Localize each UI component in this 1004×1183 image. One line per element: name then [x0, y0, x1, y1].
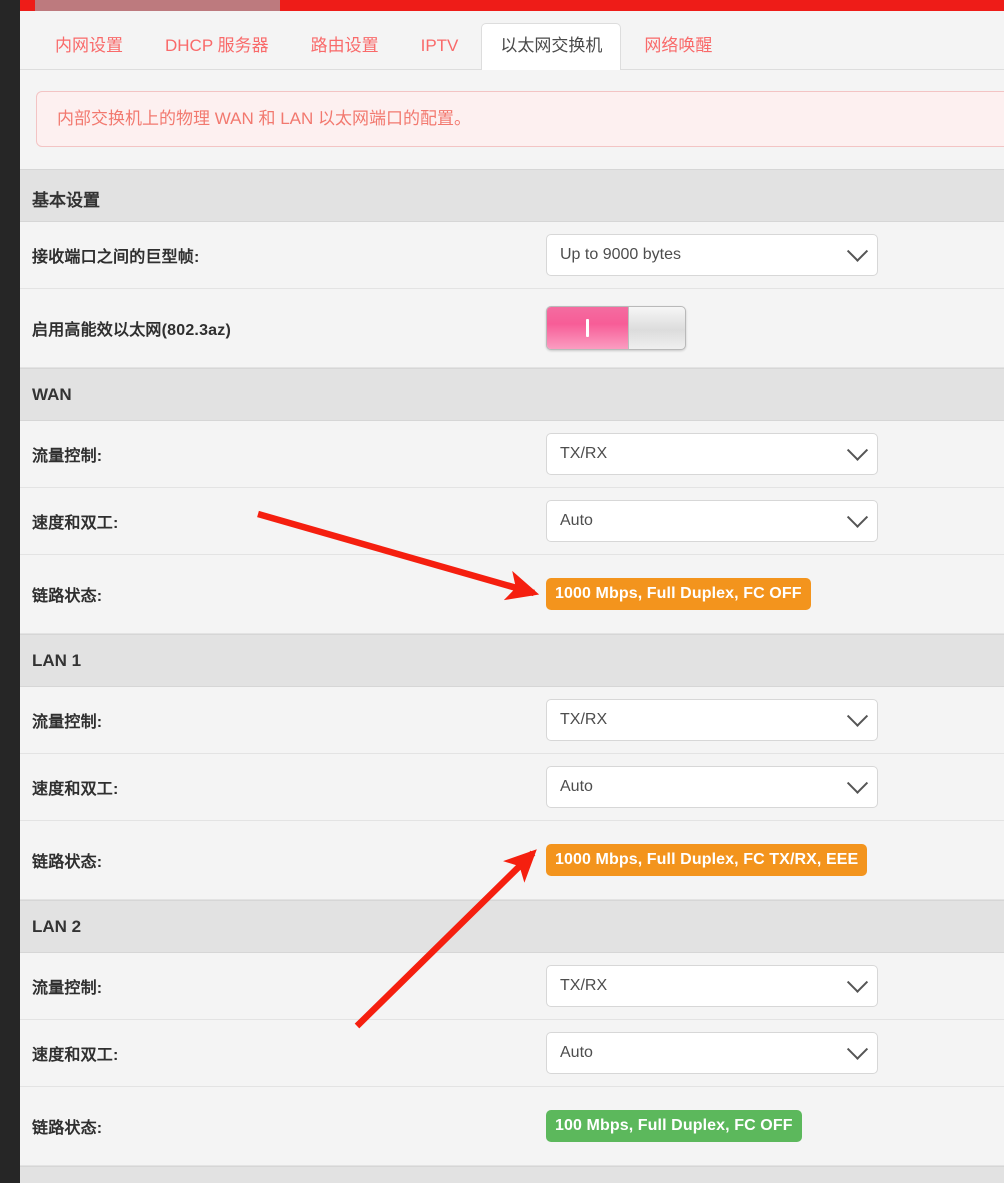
- section-header-next: [20, 1166, 1004, 1183]
- progress-bar-faded-segment: [35, 0, 280, 11]
- row-label-lan2-link-status: 链路状态:: [32, 1120, 103, 1137]
- chevron-down-icon: [846, 240, 869, 262]
- section-header-lan1: LAN 1: [20, 634, 1004, 687]
- wan-flow-control-select-value: TX/RX: [560, 445, 608, 462]
- row-lan2-speed-duplex: 速度和双工: Auto: [20, 1020, 1004, 1087]
- chevron-down-icon: [846, 506, 869, 528]
- section-header-basic-settings: 基本设置: [20, 169, 1004, 222]
- row-lan2-flow-control: 流量控制: TX/RX: [20, 953, 1004, 1020]
- toggle-on-mark-icon: [586, 319, 589, 337]
- row-label-jumbo-frames: 接收端口之间的巨型帧:: [32, 249, 200, 266]
- lan2-speed-duplex-select[interactable]: Auto: [546, 1032, 878, 1074]
- page-content: 内网设置 DHCP 服务器 路由设置 IPTV 以太网交换机 网络唤醒 内部交换…: [20, 11, 1004, 1183]
- lan1-link-status-badge: 1000 Mbps, Full Duplex, FC TX/RX, EEE: [546, 844, 868, 876]
- row-control: TX/RX: [546, 699, 1004, 741]
- row-control: Auto: [546, 500, 1004, 542]
- lan2-link-status-badge: 100 Mbps, Full Duplex, FC OFF: [546, 1110, 802, 1142]
- row-control: Auto: [546, 766, 1004, 808]
- lan1-speed-duplex-select-value: Auto: [560, 778, 593, 795]
- jumbo-frames-select-value: Up to 9000 bytes: [560, 246, 681, 263]
- row-control: TX/RX: [546, 965, 1004, 1007]
- lan1-speed-duplex-select[interactable]: Auto: [546, 766, 878, 808]
- row-control: Up to 9000 bytes: [546, 234, 1004, 276]
- tab-bar: 内网设置 DHCP 服务器 路由设置 IPTV 以太网交换机 网络唤醒: [20, 11, 1004, 70]
- row-wan-flow-control: 流量控制: TX/RX: [20, 421, 1004, 488]
- row-label-wan-link-status: 链路状态:: [32, 588, 103, 605]
- row-label-energy-efficient-ethernet: 启用高能效以太网(802.3az): [32, 322, 231, 339]
- tab-iptv[interactable]: IPTV: [402, 23, 478, 70]
- lan2-flow-control-select-value: TX/RX: [560, 977, 608, 994]
- progress-bar-left-cap: [0, 0, 20, 11]
- info-banner-text: 内部交换机上的物理 WAN 和 LAN 以太网端口的配置。: [57, 109, 471, 128]
- row-label-lan1-flow-control: 流量控制:: [32, 714, 103, 731]
- row-control: 1000 Mbps, Full Duplex, FC TX/RX, EEE: [546, 844, 1004, 876]
- row-jumbo-frames: 接收端口之间的巨型帧: Up to 9000 bytes: [20, 222, 1004, 289]
- chevron-down-icon: [846, 772, 869, 794]
- section-header-wan: WAN: [20, 368, 1004, 421]
- row-label-lan1-speed-duplex: 速度和双工:: [32, 781, 119, 798]
- row-lan1-flow-control: 流量控制: TX/RX: [20, 687, 1004, 754]
- row-lan2-link-status: 链路状态: 100 Mbps, Full Duplex, FC OFF: [20, 1087, 1004, 1166]
- wan-link-status-badge: 1000 Mbps, Full Duplex, FC OFF: [546, 578, 811, 610]
- chevron-down-icon: [846, 1038, 869, 1060]
- row-label-lan2-speed-duplex: 速度和双工:: [32, 1047, 119, 1064]
- tab-wake-on-lan[interactable]: 网络唤醒: [625, 23, 731, 70]
- row-control: 1000 Mbps, Full Duplex, FC OFF: [546, 578, 1004, 610]
- lan2-speed-duplex-select-value: Auto: [560, 1044, 593, 1061]
- info-banner: 内部交换机上的物理 WAN 和 LAN 以太网端口的配置。: [36, 91, 1004, 147]
- row-label-lan2-flow-control: 流量控制:: [32, 980, 103, 997]
- row-label-lan1-link-status: 链路状态:: [32, 854, 103, 871]
- wan-flow-control-select[interactable]: TX/RX: [546, 433, 878, 475]
- lan1-flow-control-select-value: TX/RX: [560, 711, 608, 728]
- toggle-knob[interactable]: [628, 307, 685, 349]
- row-label-wan-speed-duplex: 速度和双工:: [32, 515, 119, 532]
- chevron-down-icon: [846, 705, 869, 727]
- row-lan1-link-status: 链路状态: 1000 Mbps, Full Duplex, FC TX/RX, …: [20, 821, 1004, 900]
- row-lan1-speed-duplex: 速度和双工: Auto: [20, 754, 1004, 821]
- tab-lan-settings[interactable]: 内网设置: [36, 23, 142, 70]
- left-window-rail: [0, 0, 20, 1183]
- row-control: [546, 306, 1004, 350]
- row-control: 100 Mbps, Full Duplex, FC OFF: [546, 1110, 1004, 1142]
- tab-dhcp-server[interactable]: DHCP 服务器: [146, 23, 288, 70]
- lan1-flow-control-select[interactable]: TX/RX: [546, 699, 878, 741]
- row-wan-link-status: 链路状态: 1000 Mbps, Full Duplex, FC OFF: [20, 555, 1004, 634]
- chevron-down-icon: [846, 439, 869, 461]
- page-load-progress-bar: [0, 0, 1004, 11]
- section-header-lan2: LAN 2: [20, 900, 1004, 953]
- row-wan-speed-duplex: 速度和双工: Auto: [20, 488, 1004, 555]
- lan2-flow-control-select[interactable]: TX/RX: [546, 965, 878, 1007]
- row-energy-efficient-ethernet: 启用高能效以太网(802.3az): [20, 289, 1004, 368]
- row-control: TX/RX: [546, 433, 1004, 475]
- tab-ethernet-switch[interactable]: 以太网交换机: [481, 23, 622, 70]
- energy-efficient-ethernet-toggle[interactable]: [546, 306, 686, 350]
- row-label-wan-flow-control: 流量控制:: [32, 448, 103, 465]
- toggle-on-track: [547, 307, 628, 349]
- wan-speed-duplex-select[interactable]: Auto: [546, 500, 878, 542]
- wan-speed-duplex-select-value: Auto: [560, 512, 593, 529]
- switch-settings-form: 基本设置 接收端口之间的巨型帧: Up to 9000 bytes 启用高能效以…: [20, 169, 1004, 1183]
- chevron-down-icon: [846, 971, 869, 993]
- row-control: Auto: [546, 1032, 1004, 1074]
- jumbo-frames-select[interactable]: Up to 9000 bytes: [546, 234, 878, 276]
- tab-routing-settings[interactable]: 路由设置: [292, 23, 398, 70]
